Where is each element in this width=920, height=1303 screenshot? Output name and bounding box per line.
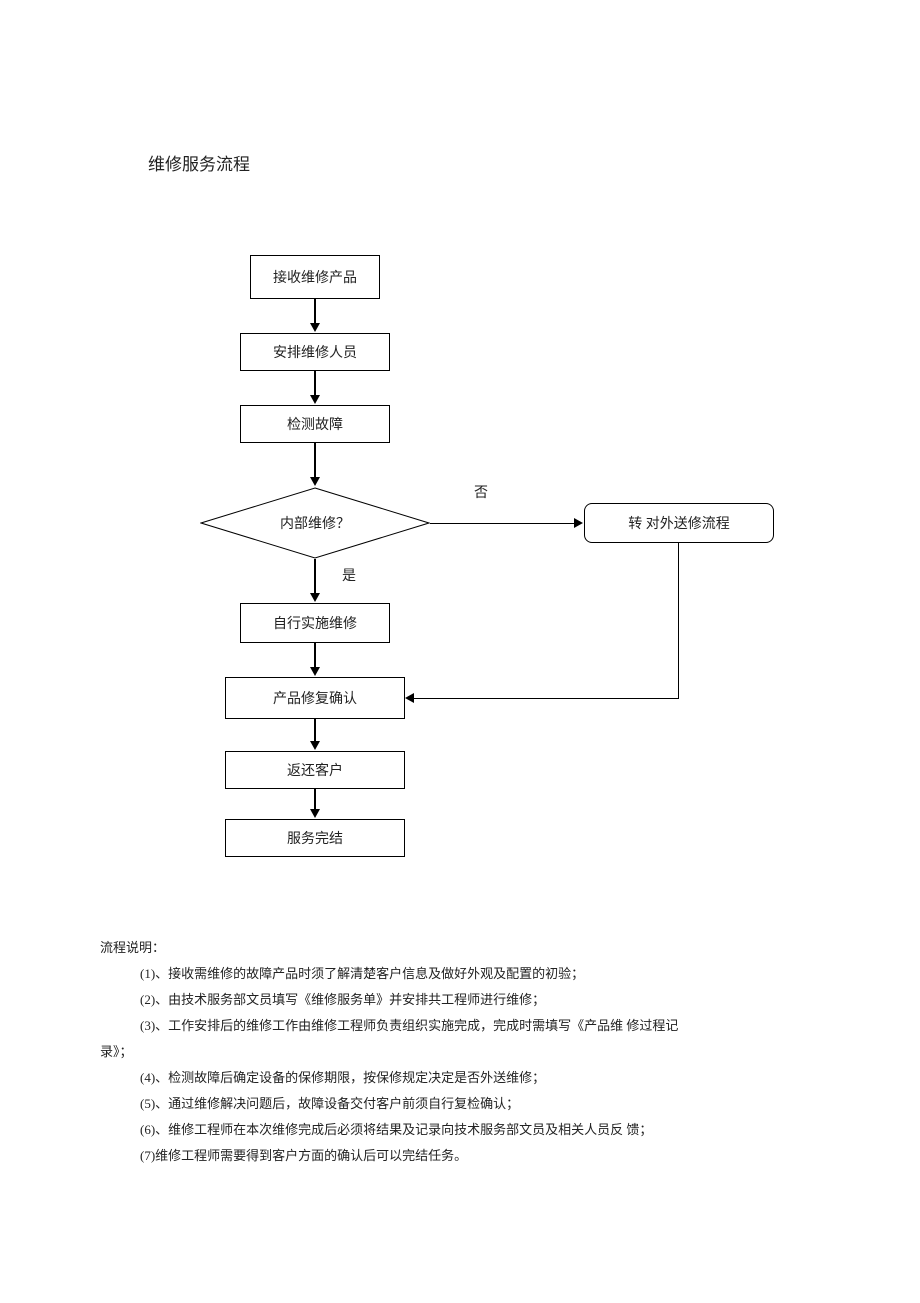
arrow: [314, 443, 316, 479]
node-label: 安排维修人员: [273, 342, 357, 362]
connector: [430, 523, 576, 524]
arrow: [314, 643, 316, 669]
node-decision-internal: 内部维修？: [200, 487, 430, 559]
node-self-repair: 自行实施维修: [240, 603, 390, 643]
notes-item: (4)、检测故障后确定设备的保修期限，按保修规定决定是否外送维修；: [140, 1065, 820, 1091]
node-label: 内部维修？: [280, 513, 350, 533]
arrow: [314, 371, 316, 397]
connector: [678, 543, 679, 698]
arrow-head: [310, 741, 320, 750]
arrow-head: [310, 323, 320, 332]
arrow-head: [405, 693, 414, 703]
notes-heading: 流程说明：: [100, 935, 820, 961]
arrow-head: [310, 809, 320, 818]
node-label: 自行实施维修: [273, 613, 357, 633]
node-label: 检测故障: [287, 414, 343, 434]
node-label: 返还客户: [287, 760, 343, 780]
notes-item: (3)、工作安排后的维修工作由维修工程师负责组织实施完成，完成时需填写《产品维 …: [140, 1013, 820, 1039]
node-label: 转 对外送修流程: [628, 513, 730, 533]
node-assign-staff: 安排维修人员: [240, 333, 390, 371]
node-confirm-repair: 产品修复确认: [225, 677, 405, 719]
edge-label-no: 否: [474, 482, 488, 502]
notes-item: (7)维修工程师需要得到客户方面的确认后可以完结任务。: [140, 1143, 820, 1169]
arrow-head: [310, 593, 320, 602]
arrow: [314, 789, 316, 811]
edge-label-yes: 是: [342, 565, 356, 585]
arrow: [314, 299, 316, 325]
node-label: 产品修复确认: [273, 688, 357, 708]
notes-item: (2)、由技术服务部文员填写《维修服务单》并安排共工程师进行维修；: [140, 987, 820, 1013]
process-notes: 流程说明： (1)、接收需维修的故障产品时须了解清楚客户信息及做好外观及配置的初…: [100, 935, 820, 1169]
node-detect-fault: 检测故障: [240, 405, 390, 443]
node-return-customer: 返还客户: [225, 751, 405, 789]
flowchart: 接收维修产品 安排维修人员 检测故障 内部维修？ 否 转 对外送: [150, 255, 850, 905]
node-label: 服务完结: [287, 828, 343, 848]
notes-item: (5)、通过维修解决问题后，故障设备交付客户前须自行复检确认；: [140, 1091, 820, 1117]
arrow-head: [310, 667, 320, 676]
arrow: [314, 719, 316, 743]
arrow-head: [310, 477, 320, 486]
node-external-repair: 转 对外送修流程: [584, 503, 774, 543]
node-service-complete: 服务完结: [225, 819, 405, 857]
node-label: 接收维修产品: [273, 267, 357, 287]
notes-item: (1)、接收需维修的故障产品时须了解清楚客户信息及做好外观及配置的初验；: [140, 961, 820, 987]
connector: [414, 698, 679, 699]
arrow: [314, 559, 316, 595]
arrow-head: [574, 518, 583, 528]
page-title: 维修服务流程: [148, 150, 820, 175]
notes-item-cont: 录》；: [100, 1039, 820, 1065]
notes-item: (6)、维修工程师在本次维修完成后必须将结果及记录向技术服务部文员及相关人员反 …: [140, 1117, 820, 1143]
arrow-head: [310, 395, 320, 404]
node-receive-product: 接收维修产品: [250, 255, 380, 299]
